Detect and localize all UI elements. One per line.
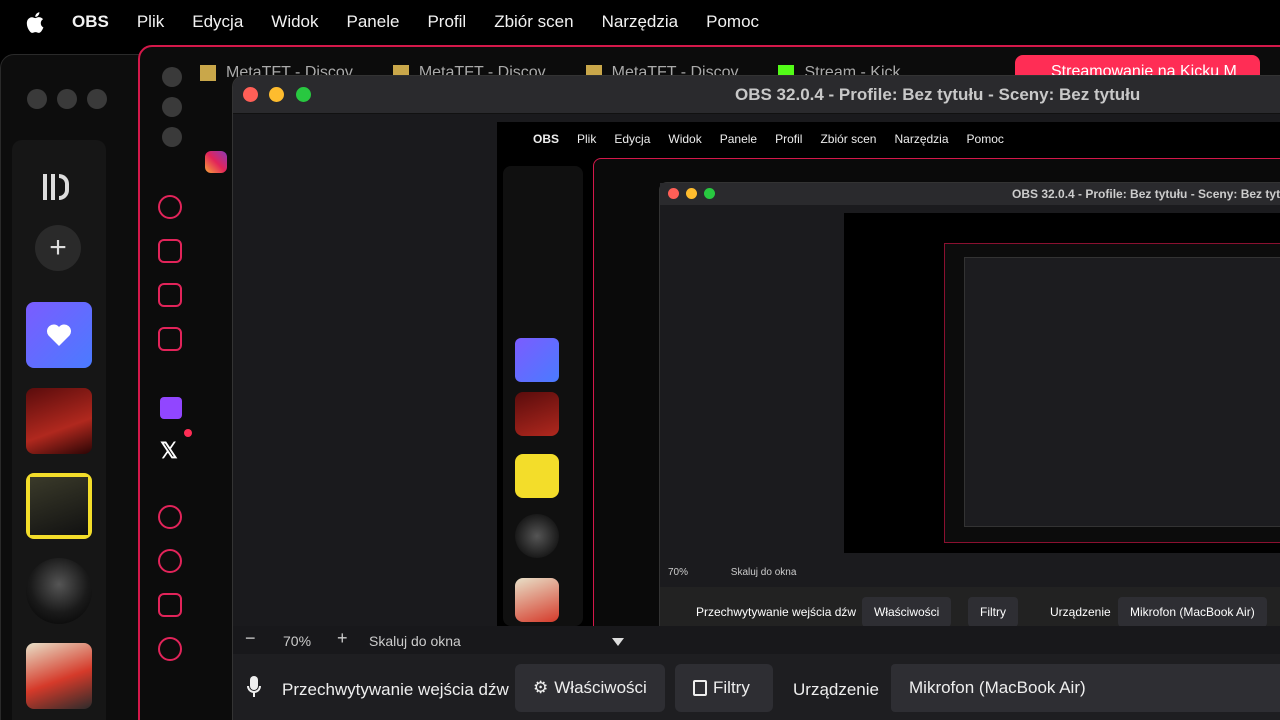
nested-title: OBS 32.0.4 - Profile: Bez tytułu - Sceny… bbox=[1012, 187, 1280, 201]
zoom-in-button[interactable]: + bbox=[337, 628, 348, 649]
youtube-icon[interactable] bbox=[158, 505, 182, 529]
nested-nested-preview bbox=[844, 213, 1280, 553]
window-zoom-button[interactable] bbox=[162, 127, 182, 147]
filter-icon bbox=[693, 680, 707, 696]
screen-icon[interactable] bbox=[158, 283, 182, 307]
menu-file[interactable]: Plik bbox=[137, 12, 164, 32]
obs-preview[interactable]: OBS Plik Edycja Widok Panele Profil Zbió… bbox=[233, 114, 1280, 626]
nested-thumb bbox=[515, 338, 559, 382]
chevron-down-icon[interactable] bbox=[611, 634, 625, 650]
window-close-button[interactable] bbox=[27, 89, 47, 109]
window-minimize-button[interactable] bbox=[57, 89, 77, 109]
nested-zoom: 70% bbox=[668, 567, 689, 578]
nested-menu-item: Narzędzia bbox=[894, 132, 949, 146]
settings-icon[interactable] bbox=[158, 637, 182, 661]
menu-scene-collection[interactable]: Zbiór scen bbox=[494, 12, 573, 32]
window-minimize-button[interactable] bbox=[162, 97, 182, 117]
m-icon[interactable] bbox=[158, 327, 182, 351]
scale-mode-select[interactable]: Skaluj do okna bbox=[369, 633, 461, 649]
app-logo-icon bbox=[43, 172, 75, 200]
preview-toolbar: − 70% + Skaluj do okna bbox=[233, 628, 1280, 652]
menu-docks[interactable]: Panele bbox=[347, 12, 400, 32]
clock-icon[interactable] bbox=[158, 549, 182, 573]
add-icon[interactable]: + bbox=[35, 225, 81, 271]
instagram-icon[interactable] bbox=[205, 151, 227, 173]
source-name: Przechwytywanie wejścia dźw bbox=[282, 680, 509, 699]
nested-filters: Filtry bbox=[968, 597, 1018, 626]
window-close-button[interactable] bbox=[162, 67, 182, 87]
preview-nested-capture: OBS Plik Edycja Widok Panele Profil Zbió… bbox=[497, 122, 1280, 626]
nested-menu-app: OBS bbox=[533, 132, 560, 146]
menu-help[interactable]: Pomoc bbox=[706, 12, 759, 32]
album-thumbnail[interactable] bbox=[26, 643, 92, 709]
x-logo-icon[interactable]: 𝕏 bbox=[160, 438, 178, 464]
nested-thumb bbox=[515, 392, 559, 436]
nested-menu-item: Widok bbox=[668, 132, 702, 146]
gear-icon: ⚙ bbox=[533, 678, 549, 697]
properties-button[interactable]: ⚙ Właściwości bbox=[515, 664, 665, 712]
nested-thumb bbox=[515, 514, 559, 558]
zoom-out-button[interactable]: − bbox=[245, 628, 256, 649]
puzzle-icon[interactable] bbox=[158, 593, 182, 617]
album-thumbnail[interactable] bbox=[26, 473, 92, 539]
nested-thumb bbox=[515, 454, 559, 498]
speedometer-icon[interactable] bbox=[158, 195, 182, 219]
robot-icon[interactable] bbox=[158, 239, 182, 263]
tab-favicon-icon bbox=[200, 65, 216, 81]
nested-menu-item: Pomoc bbox=[966, 132, 1004, 146]
menu-tools[interactable]: Narzędzia bbox=[602, 12, 679, 32]
nested-device-value: Mikrofon (MacBook Air) bbox=[1118, 597, 1267, 626]
device-label: Urządzenie bbox=[793, 680, 879, 699]
mac-menubar: OBS Plik Edycja Widok Panele Profil Zbió… bbox=[0, 0, 1280, 44]
nested-properties: Właściwości bbox=[862, 597, 952, 626]
obs-window: OBS 32.0.4 - Profile: Bez tytułu - Sceny… bbox=[232, 75, 1280, 720]
window-zoom-button[interactable] bbox=[87, 89, 107, 109]
twitch-icon[interactable] bbox=[160, 397, 182, 419]
nested-menu-item: Panele bbox=[719, 132, 758, 146]
nested-scale: Skaluj do okna bbox=[730, 567, 797, 578]
apple-icon[interactable] bbox=[26, 11, 46, 33]
notification-dot bbox=[184, 429, 192, 437]
sidebar-icons bbox=[158, 195, 184, 371]
properties-label: Właściwości bbox=[554, 678, 647, 697]
nested-thumb bbox=[515, 578, 559, 622]
close-button[interactable] bbox=[243, 87, 258, 102]
device-select[interactable]: Mikrofon (MacBook Air) bbox=[891, 664, 1280, 712]
obs-titlebar: OBS 32.0.4 - Profile: Bez tytułu - Sceny… bbox=[233, 76, 1280, 114]
source-control-bar: Przechwytywanie wejścia dźw ⚙ Właściwośc… bbox=[233, 654, 1280, 720]
microphone-icon bbox=[247, 676, 261, 703]
sidebar-icons-lower bbox=[158, 505, 184, 681]
zoom-level: 70% bbox=[283, 633, 312, 649]
menu-view[interactable]: Widok bbox=[271, 12, 318, 32]
nested-source: Przechwytywanie wejścia dźw bbox=[696, 605, 857, 619]
heart-icon bbox=[46, 324, 72, 346]
menu-profile[interactable]: Profil bbox=[427, 12, 466, 32]
nested-menu-item: Zbiór scen bbox=[820, 132, 877, 146]
nested-menu-item: Plik bbox=[577, 132, 597, 146]
favorites-thumbnail[interactable] bbox=[26, 302, 92, 368]
nested-menubar: OBS Plik Edycja Widok Panele Profil Zbió… bbox=[497, 122, 1280, 156]
nested-menu-item: Profil bbox=[775, 132, 803, 146]
album-thumbnail[interactable] bbox=[26, 558, 92, 624]
album-thumbnail[interactable] bbox=[26, 388, 92, 454]
menu-app-name[interactable]: OBS bbox=[72, 12, 109, 32]
filters-button[interactable]: Filtry bbox=[675, 664, 773, 712]
nested-obs: OBS 32.0.4 - Profile: Bez tytułu - Sceny… bbox=[659, 182, 1280, 626]
filters-label: Filtry bbox=[713, 678, 750, 697]
minimize-button[interactable] bbox=[269, 87, 284, 102]
window-title: OBS 32.0.4 - Profile: Bez tytułu - Sceny… bbox=[735, 85, 1141, 104]
menu-edit[interactable]: Edycja bbox=[192, 12, 243, 32]
nested-menu-item: Edycja bbox=[614, 132, 651, 146]
zoom-button[interactable] bbox=[296, 87, 311, 102]
nested-device-label: Urządzenie bbox=[1050, 605, 1111, 619]
